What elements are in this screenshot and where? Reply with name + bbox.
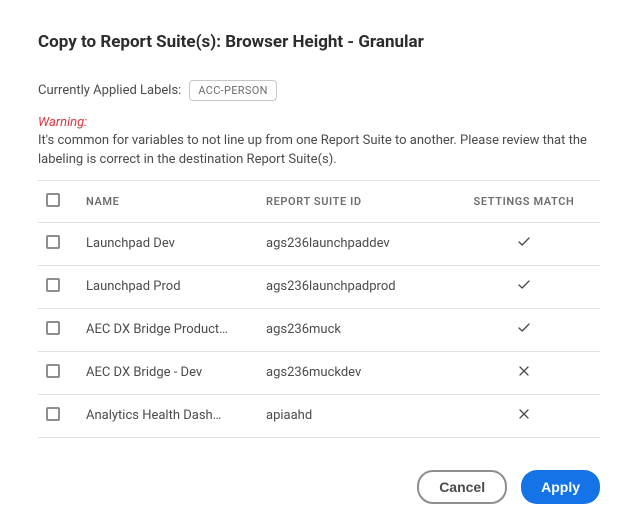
report-suite-table: NAME REPORT SUITE ID SETTINGS MATCH Laun… bbox=[38, 180, 600, 438]
row-name: AEC DX Bridge Product… bbox=[78, 308, 258, 351]
table-row[interactable]: Launchpad Prodags236launchpadprod bbox=[38, 265, 600, 308]
warning-body: It's common for variables to not line up… bbox=[38, 132, 600, 170]
row-checkbox[interactable] bbox=[46, 407, 60, 421]
dialog-title: Copy to Report Suite(s): Browser Height … bbox=[38, 32, 600, 52]
row-id: ags236muckdev bbox=[258, 351, 448, 394]
applied-labels-row: Currently Applied Labels: ACC-PERSON bbox=[38, 80, 600, 101]
select-all-checkbox[interactable] bbox=[46, 193, 60, 207]
row-checkbox[interactable] bbox=[46, 278, 60, 292]
match-check-icon bbox=[448, 308, 600, 351]
copy-report-suite-dialog: Copy to Report Suite(s): Browser Height … bbox=[0, 0, 638, 528]
table-row[interactable]: AEC DX Bridge - Devags236muckdev bbox=[38, 351, 600, 394]
match-cross-icon bbox=[448, 351, 600, 394]
row-checkbox[interactable] bbox=[46, 235, 60, 249]
row-id: ags236launchpaddev bbox=[258, 222, 448, 265]
row-id: ags236launchpadprod bbox=[258, 265, 448, 308]
column-header-match: SETTINGS MATCH bbox=[448, 181, 600, 223]
row-id: ags236muck bbox=[258, 308, 448, 351]
row-name: Launchpad Dev bbox=[78, 222, 258, 265]
match-cross-icon bbox=[448, 394, 600, 437]
table-row[interactable]: AEC DX Bridge Product…ags236muck bbox=[38, 308, 600, 351]
match-check-icon bbox=[448, 222, 600, 265]
row-id: apiaahd bbox=[258, 394, 448, 437]
apply-button[interactable]: Apply bbox=[521, 470, 600, 504]
table-row[interactable]: Analytics Health Dash…apiaahd bbox=[38, 394, 600, 437]
row-name: Analytics Health Dash… bbox=[78, 394, 258, 437]
row-checkbox[interactable] bbox=[46, 364, 60, 378]
column-header-name: NAME bbox=[78, 181, 258, 223]
warning-title: Warning: bbox=[38, 115, 600, 130]
applied-labels-text: Currently Applied Labels: bbox=[38, 83, 181, 98]
column-header-id: REPORT SUITE ID bbox=[258, 181, 448, 223]
row-name: Launchpad Prod bbox=[78, 265, 258, 308]
row-checkbox[interactable] bbox=[46, 321, 60, 335]
table-header-row: NAME REPORT SUITE ID SETTINGS MATCH bbox=[38, 181, 600, 223]
dialog-footer: Cancel Apply bbox=[38, 456, 600, 504]
row-name: AEC DX Bridge - Dev bbox=[78, 351, 258, 394]
label-chip: ACC-PERSON bbox=[189, 80, 276, 101]
cancel-button[interactable]: Cancel bbox=[417, 470, 507, 504]
match-check-icon bbox=[448, 265, 600, 308]
table-row[interactable]: Launchpad Devags236launchpaddev bbox=[38, 222, 600, 265]
